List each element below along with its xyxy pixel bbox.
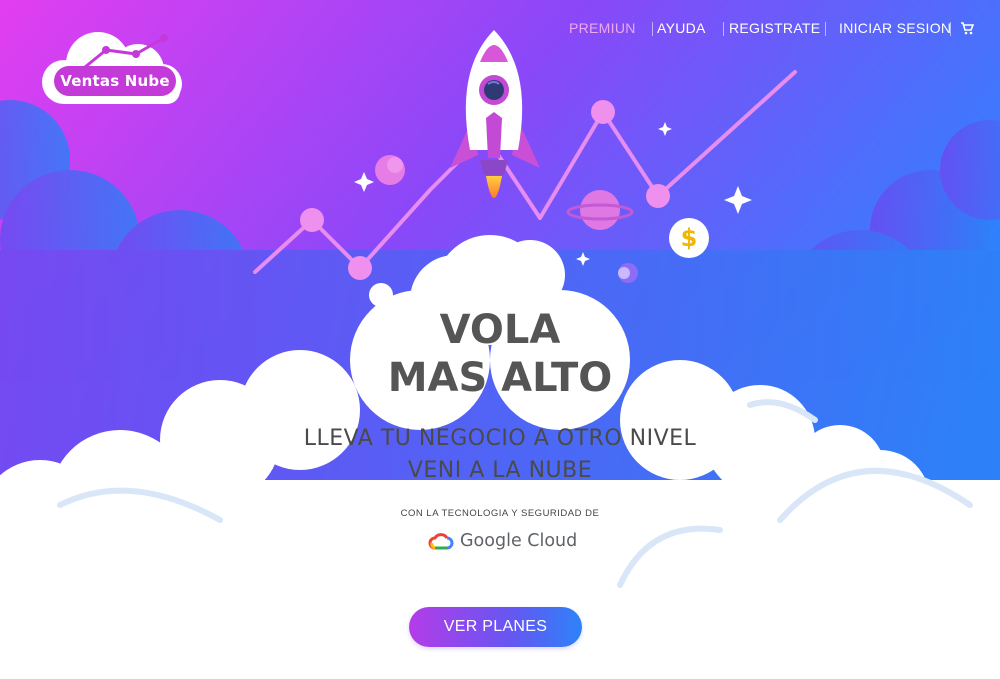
ver-planes-button[interactable]: VER PLANES <box>409 607 582 647</box>
subheadline-line-2: VENI A LA NUBE <box>407 458 593 483</box>
nav-item-premium[interactable]: PREMIUN <box>569 20 636 36</box>
google-cloud-label: Google Cloud <box>460 531 578 551</box>
dollar-sign: $ <box>680 224 698 252</box>
headline-line-2: MAS ALTO <box>387 355 613 401</box>
top-navigation: PREMIUN AYUDA REGISTRATE INICIAR SESION <box>560 20 976 40</box>
google-cloud-badge: Google Cloud <box>428 528 577 554</box>
nav-item-registrate[interactable]: REGISTRATE <box>729 20 820 36</box>
google-cloud-icon <box>428 533 454 550</box>
nav-item-iniciar-sesion[interactable]: INICIAR SESION <box>839 20 951 36</box>
nav-divider <box>723 22 724 36</box>
technology-label: CON LA TECNOLOGIA Y SEGURIDAD DE <box>400 508 600 519</box>
nav-divider <box>950 22 951 36</box>
nav-divider <box>825 22 826 36</box>
logo-text[interactable]: Ventas Nube <box>54 66 176 96</box>
subheadline-line-1: LLEVA TU NEGOCIO A OTRO NIVEL <box>303 426 697 451</box>
cart-icon[interactable] <box>960 21 975 38</box>
nav-divider <box>652 22 653 36</box>
headline-line-1: VOLA <box>439 307 561 353</box>
nav-item-ayuda[interactable]: AYUDA <box>657 20 706 36</box>
